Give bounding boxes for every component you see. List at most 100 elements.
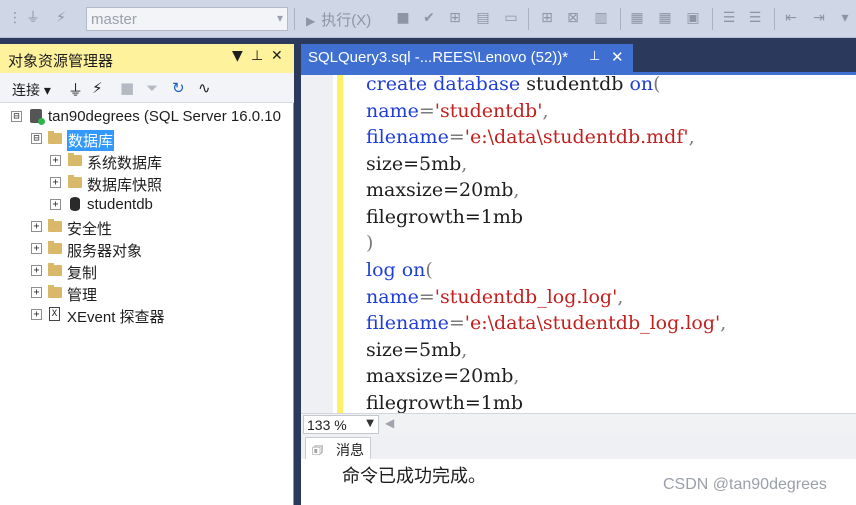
tree-node-label: 服务器对象: [67, 243, 143, 260]
tree-node-label: 管理: [67, 287, 98, 304]
stop-icon[interactable]: ■: [120, 79, 134, 97]
server-icon: [30, 109, 45, 125]
connect-label: 连接: [12, 82, 40, 98]
change-connection-icon[interactable]: ⚡: [52, 9, 70, 27]
result-message: 命令已成功完成。: [342, 466, 486, 486]
close-icon[interactable]: ✕: [271, 48, 283, 64]
code-keyword: on: [629, 75, 654, 95]
code-ident: studentdb: [526, 75, 630, 95]
tree-node-label: studentdb: [87, 196, 153, 213]
toolbar-divider: [294, 8, 295, 30]
code-line: name='studentdb',: [366, 100, 548, 122]
pin-icon[interactable]: ⊥: [251, 48, 263, 64]
message-icon: 🗊: [312, 443, 324, 457]
live-stats-icon[interactable]: ⊠: [564, 9, 582, 27]
query-document-tab[interactable]: SQLQuery3.sql -...REES\Lenovo (52))* ⊥ ✕: [301, 44, 633, 72]
tab-messages-label: 消息: [336, 442, 364, 458]
tree-node-label: 数据库: [67, 130, 115, 151]
indent-icon[interactable]: ⇥: [810, 9, 828, 27]
code-punct: =: [418, 286, 435, 308]
database-select[interactable]: master ▾: [86, 7, 288, 31]
execute-label: 执行(X): [321, 12, 372, 29]
outdent-icon[interactable]: ⇤: [782, 9, 800, 27]
zoom-select[interactable]: 133 % ▼: [303, 415, 379, 434]
query-editor[interactable]: create database studentdb on( name='stud…: [301, 75, 856, 413]
code-punct: ,: [617, 286, 624, 308]
code-punct: =: [418, 100, 435, 122]
client-stats-icon[interactable]: ▥: [592, 9, 610, 27]
collapse-icon[interactable]: ⊟: [31, 133, 42, 144]
code-line: size=5mb,: [366, 339, 467, 361]
expand-icon[interactable]: +: [50, 199, 61, 210]
code-line: filename='e:\data\studentdb.mdf',: [366, 126, 695, 148]
expand-icon[interactable]: +: [31, 287, 42, 298]
code-punct: ,: [461, 153, 468, 175]
code-punct: ,: [688, 126, 695, 148]
code-ident: maxsize=20mb: [366, 365, 514, 387]
code-line: filegrowth=1mb: [366, 392, 523, 413]
results-to-file-icon[interactable]: ▣: [684, 9, 702, 27]
object-explorer-title-bar: 对象资源管理器 ▼ ⊥ ✕: [0, 44, 294, 73]
xevent-icon: X: [49, 307, 60, 321]
expand-icon[interactable]: +: [50, 155, 61, 166]
results-to-text-icon[interactable]: ▦: [628, 9, 646, 27]
window-position-icon[interactable]: ▼: [232, 48, 243, 64]
code-keyword: create database: [366, 75, 527, 95]
code-line: maxsize=20mb,: [366, 179, 519, 201]
execute-button[interactable]: ▶ 执行(X): [306, 9, 371, 29]
collapse-icon[interactable]: ⊟: [11, 111, 22, 122]
stop-icon[interactable]: ■: [394, 9, 412, 27]
code-string: 'studentdb': [434, 100, 543, 122]
connect-plug-icon[interactable]: ⏚: [24, 9, 42, 27]
object-explorer-title: 对象资源管理器: [8, 53, 114, 70]
uncomment-icon[interactable]: ☰: [746, 9, 764, 27]
tree-node-label: 复制: [67, 265, 98, 282]
code-punct: ,: [720, 312, 727, 334]
zoom-value: 133 %: [307, 417, 347, 433]
expand-icon[interactable]: +: [31, 221, 42, 232]
code-punct: =: [448, 126, 465, 148]
toolbar-overflow-icon[interactable]: ▾: [836, 9, 854, 27]
folder-icon: [48, 263, 62, 276]
pin-icon[interactable]: ⊥: [589, 49, 600, 64]
expand-icon[interactable]: +: [31, 243, 42, 254]
filter-icon[interactable]: ⏷: [146, 79, 158, 97]
results-tab-strip: 🗊 消息: [301, 435, 856, 459]
close-icon[interactable]: ✕: [611, 48, 624, 66]
tree-node-label: tan90degrees (SQL Server 16.0.10: [48, 108, 281, 125]
refresh-icon[interactable]: ↻: [172, 79, 185, 97]
code-punct: ): [366, 232, 374, 254]
tab-messages[interactable]: 🗊 消息: [305, 437, 371, 459]
expand-icon[interactable]: +: [31, 265, 42, 276]
code-ident: filegrowth=1mb: [366, 206, 524, 228]
activity-monitor-icon[interactable]: ∿: [198, 79, 211, 97]
play-icon: ▶: [306, 14, 316, 28]
code-ident: size=5mb: [366, 339, 462, 361]
code-keyword: on: [401, 259, 426, 281]
code-string: 'e:\data\studentdb_log.log': [464, 312, 721, 334]
parse-check-icon[interactable]: ✔: [420, 9, 438, 27]
toolbar-divider: [620, 8, 621, 30]
connect-dropdown[interactable]: 连接 ▾: [12, 80, 51, 100]
estimated-plan-icon[interactable]: ⊞: [446, 9, 464, 27]
scroll-left-icon[interactable]: ◀: [385, 416, 394, 430]
code-line: log on(: [366, 259, 433, 281]
expand-icon[interactable]: +: [31, 309, 42, 320]
query-options-icon[interactable]: ▤: [474, 9, 492, 27]
code-keyword: name: [366, 286, 419, 308]
include-plan-icon[interactable]: ⊞: [538, 9, 556, 27]
folder-icon: [48, 241, 62, 254]
expand-icon[interactable]: +: [50, 177, 61, 188]
intellisense-icon[interactable]: ▭: [502, 9, 520, 27]
editor-status-bar: 133 % ▼ ◀: [301, 413, 856, 435]
toolbar-divider: [528, 8, 529, 30]
results-to-grid-icon[interactable]: ▦: [656, 9, 674, 27]
connect-plug-icon[interactable]: ⏚: [68, 79, 83, 100]
code-punct: (: [425, 259, 433, 281]
comment-icon[interactable]: ☰: [720, 9, 738, 27]
code-line: filegrowth=1mb: [366, 206, 523, 228]
tree-node-label: 安全性: [67, 221, 113, 238]
object-explorer-toolbar: 连接 ▾ ⏚ ⚡ ■ ⏷ ↻ ∿: [0, 73, 294, 103]
change-tracking-bar: [337, 75, 343, 413]
disconnect-icon[interactable]: ⚡: [92, 79, 103, 97]
